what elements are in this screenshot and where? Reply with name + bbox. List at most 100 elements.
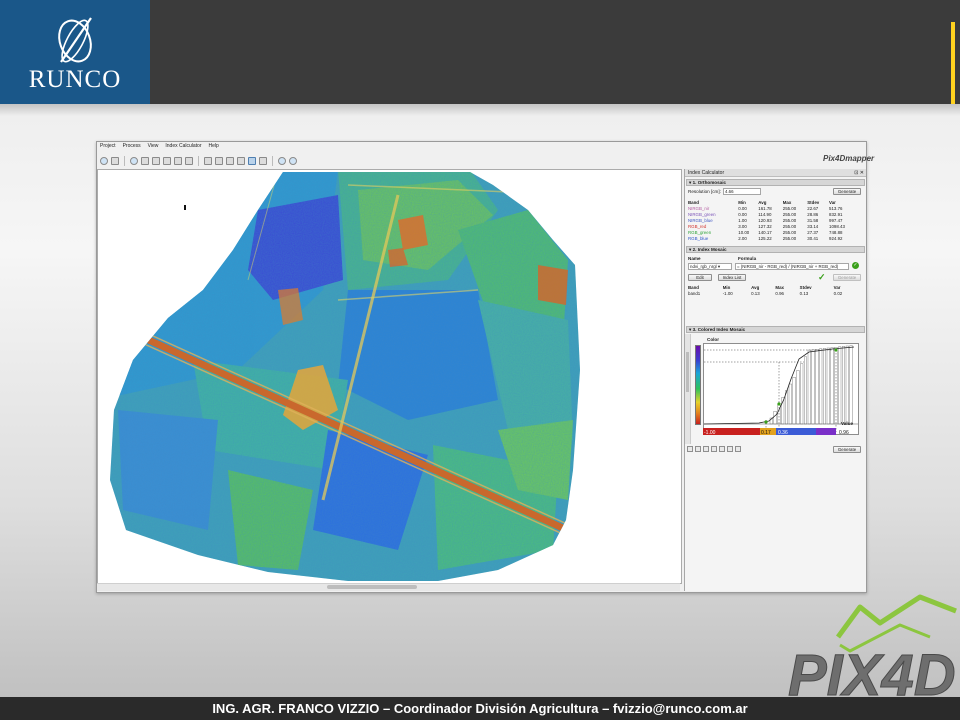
index-calculator-panel: Index Calculator ⊡ ✕ ▾ 1. Orthomosaic Re… bbox=[684, 169, 866, 591]
value-tick: 0.17 bbox=[761, 430, 771, 436]
copy-icon[interactable] bbox=[141, 156, 149, 165]
section-colored-index-title: 3. Colored Index Mosaic bbox=[692, 327, 746, 332]
band-var: 924.92 bbox=[829, 235, 843, 241]
generate-index-button[interactable]: Generate bbox=[833, 274, 861, 281]
table-row: band1 -1.00 0.13 0.96 0.13 0.02 bbox=[688, 290, 858, 296]
gradient-icon[interactable] bbox=[727, 446, 733, 452]
formula-valid-icon: ✓ bbox=[852, 262, 859, 269]
histogram-bar bbox=[849, 345, 853, 425]
toolbar-separator bbox=[272, 155, 273, 166]
histogram-bar bbox=[838, 346, 842, 425]
section-colored-index-header[interactable]: ▾ 3. Colored Index Mosaic bbox=[686, 326, 865, 333]
invert-icon[interactable] bbox=[735, 446, 741, 452]
link-icon[interactable] bbox=[687, 446, 693, 452]
page-icon[interactable] bbox=[163, 156, 171, 165]
ruler-icon[interactable] bbox=[237, 156, 245, 165]
generate-orthomosaic-button[interactable]: Generate bbox=[833, 188, 861, 195]
image-icon[interactable] bbox=[226, 156, 234, 165]
toolbar bbox=[97, 152, 687, 169]
pan-icon[interactable] bbox=[130, 156, 138, 165]
histogram-bar bbox=[796, 370, 800, 425]
menu-project[interactable]: Project bbox=[100, 142, 116, 151]
color-gradient-bar[interactable] bbox=[695, 345, 701, 425]
edit-button[interactable]: Edit bbox=[688, 274, 712, 281]
section-index-mosaic-title: 2. Index Mosaic bbox=[692, 247, 727, 252]
generate-colored-button[interactable]: Generate bbox=[833, 446, 861, 453]
menu-process[interactable]: Process bbox=[123, 142, 141, 151]
histogram-bar bbox=[826, 347, 830, 425]
table-row: RGB_blue 2.00 125.22 255.00 30.41 924.92 bbox=[688, 235, 858, 241]
panel-close-icon[interactable]: ⊡ ✕ bbox=[854, 169, 864, 177]
histogram-bar bbox=[811, 349, 815, 425]
menu-bar: Project Process View Index Calculator He… bbox=[97, 142, 687, 151]
section-orthomosaic-header[interactable]: ▾ 1. Orthomosaic bbox=[686, 179, 865, 186]
histogram-bar bbox=[792, 377, 796, 425]
histogram-bar bbox=[815, 348, 819, 425]
section-index-mosaic-header[interactable]: ▾ 2. Index Mosaic bbox=[686, 246, 865, 253]
pix4d-logo-text: PIX4D bbox=[788, 643, 956, 705]
index-name-value: ndvi_rgb_nrgl bbox=[690, 264, 717, 269]
histogram-bar bbox=[834, 347, 838, 425]
menu-help[interactable]: Help bbox=[209, 142, 219, 151]
band-name: band1 bbox=[688, 290, 701, 296]
dropdown-icon[interactable] bbox=[703, 446, 709, 452]
pix4d-mini-brand: Pix4Dmapper bbox=[823, 154, 875, 163]
band-stdev: 0.13 bbox=[799, 290, 809, 296]
histogram-bar bbox=[788, 383, 792, 425]
band-max: 0.96 bbox=[775, 290, 784, 296]
formula-field[interactable]: = (NIRGB_nir - RGB_red) / (NIRGB_nir + R… bbox=[735, 263, 849, 270]
histogram-bar bbox=[807, 349, 811, 425]
index-calculator-icon[interactable] bbox=[248, 156, 256, 165]
band-rows: NIRGB_nir 0.00 161.78 255.00 22.67 513.76 NIRG… bbox=[688, 205, 858, 241]
histogram-bar bbox=[845, 345, 849, 425]
index-map-view[interactable] bbox=[97, 169, 682, 584]
index-histogram[interactable] bbox=[703, 343, 859, 435]
ndvi-map-image bbox=[110, 172, 580, 581]
histogram-bar bbox=[841, 346, 845, 425]
panel-title: Index Calculator bbox=[685, 169, 866, 177]
check-icon: ✓ bbox=[818, 272, 826, 282]
zoom-out-icon[interactable] bbox=[289, 156, 297, 165]
value-label: Value bbox=[841, 421, 854, 426]
value-color-scale[interactable]: -1.00 0.17 0.36 0.96 bbox=[703, 428, 861, 436]
move-icon[interactable] bbox=[111, 156, 119, 165]
value-tick: -1.00 bbox=[704, 430, 716, 436]
map-horizontal-scrollbar[interactable] bbox=[97, 583, 680, 591]
pix4d-logo: PIX4D bbox=[788, 594, 957, 705]
resolution-input[interactable]: 4.66 bbox=[723, 188, 761, 195]
scrollbar-thumb[interactable] bbox=[686, 352, 689, 392]
menu-view[interactable]: View bbox=[148, 142, 159, 151]
contrast-icon[interactable] bbox=[719, 446, 725, 452]
band-var: 0.02 bbox=[833, 290, 843, 296]
chart-icon[interactable] bbox=[215, 156, 223, 165]
histogram-chart bbox=[703, 345, 858, 432]
index-name-select[interactable]: ndvi_rgb_nrgl ▾ bbox=[688, 263, 732, 270]
zoom-in-icon[interactable] bbox=[278, 156, 286, 165]
histogram-bar bbox=[830, 347, 834, 425]
orthomosaic-band-table: Band Min Avg Max Stdev Var NIRGB_nir 0.00… bbox=[688, 199, 858, 241]
edit-icon[interactable] bbox=[695, 446, 701, 452]
map-view-icon[interactable] bbox=[100, 156, 108, 165]
toolbar-separator bbox=[124, 155, 125, 166]
map-cursor bbox=[184, 205, 186, 210]
pix4d-window: Project Process View Index Calculator He… bbox=[96, 141, 874, 593]
index-list-button[interactable]: Index List bbox=[718, 274, 746, 281]
toolbar-separator bbox=[198, 155, 199, 166]
scrollbar-thumb[interactable] bbox=[327, 585, 417, 589]
grid-icon[interactable] bbox=[259, 156, 267, 165]
classes-icon[interactable] bbox=[711, 446, 717, 452]
histogram-bar bbox=[819, 348, 823, 425]
layers-icon[interactable] bbox=[185, 156, 193, 165]
band-min: 2.00 bbox=[738, 235, 747, 241]
header-accent-stripe bbox=[951, 22, 955, 104]
document-icon[interactable] bbox=[174, 156, 182, 165]
name-header: Name bbox=[688, 256, 701, 261]
band-min: -1.00 bbox=[722, 290, 733, 296]
panel-vertical-scrollbar[interactable] bbox=[685, 334, 691, 444]
index-band-table: Band Min Avg Max Stdev Var band1 -1.00 0… bbox=[688, 284, 858, 296]
rotate-icon[interactable] bbox=[152, 156, 160, 165]
band-avg: 0.13 bbox=[751, 290, 760, 296]
menu-index-calculator[interactable]: Index Calculator bbox=[165, 142, 201, 151]
band-stdev: 30.41 bbox=[807, 235, 819, 241]
table-icon[interactable] bbox=[204, 156, 212, 165]
